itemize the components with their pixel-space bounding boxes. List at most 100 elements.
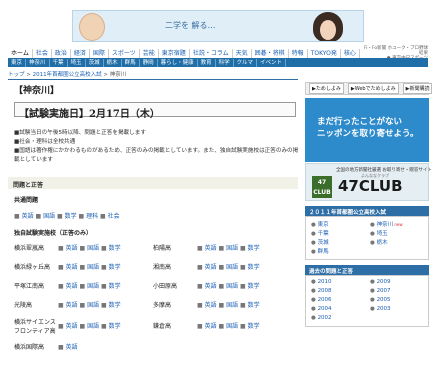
nav-item[interactable]: 囲碁・将棋	[252, 48, 289, 58]
panel-link[interactable]: ● 群馬	[311, 247, 329, 255]
breadcrumb-section[interactable]: 2011年首都圏公立高校入試	[33, 72, 102, 78]
panel-link[interactable]: ● 2003	[370, 306, 391, 312]
region-nav-item[interactable]: 千葉	[50, 58, 68, 67]
region-nav-item[interactable]: 茨城	[86, 58, 104, 67]
region-nav-item[interactable]: イベント	[257, 58, 287, 67]
panel-link-label: 埼玉	[376, 231, 388, 237]
region-nav-item[interactable]: 科学	[216, 58, 234, 67]
nav-item[interactable]: 社会	[33, 48, 52, 58]
subject-link[interactable]: 英語	[205, 264, 217, 271]
subject-link[interactable]: 数学	[109, 283, 121, 290]
subject-link[interactable]: 英語	[205, 283, 217, 290]
panel-link[interactable]: ● 2006	[311, 297, 332, 303]
region-nav-item[interactable]: 埼玉	[68, 58, 86, 67]
subject-link[interactable]: 英語	[66, 245, 78, 252]
nav-item[interactable]: 国際	[90, 48, 109, 58]
region-nav-item[interactable]: 静岡	[140, 58, 158, 67]
panel-link[interactable]: ● 2007	[370, 288, 391, 294]
school-subject-links: ■ 英語 ■ 国語 ■ 数学	[58, 281, 121, 290]
subject-link[interactable]: 英語	[205, 245, 217, 252]
nav-item[interactable]: 東京宿題	[159, 48, 190, 58]
nav-item[interactable]: 芸能	[140, 48, 159, 58]
nav-item[interactable]: スポーツ	[109, 48, 140, 58]
promo-ad-blue[interactable]: まだ行ったことがない ニッポンを取り寄せよう。	[305, 98, 429, 162]
bullet: ■	[197, 323, 205, 330]
47club-ad[interactable]: 全国の地方新聞社厳選 お取り寄せ・贈答サイト 47 CLUB よんななクラブ 4…	[305, 163, 432, 201]
subject-link[interactable]: 社会	[108, 213, 120, 220]
region-nav-item[interactable]: 群馬	[122, 58, 140, 67]
tab-web-trial[interactable]: ▶Webでためしよみ	[347, 83, 399, 94]
subject-link[interactable]: 英語	[66, 264, 78, 271]
panel-link[interactable]: ● 2010	[311, 279, 332, 285]
subject-link[interactable]: 数学	[248, 245, 260, 252]
school-subject-links: ■ 英語 ■ 国語 ■ 数学	[197, 321, 260, 330]
region-nav-item[interactable]: 教育	[198, 58, 216, 67]
subject-link[interactable]: 数学	[65, 213, 77, 220]
subject-link[interactable]: 国語	[87, 283, 99, 290]
school-name: 湘南高	[153, 264, 172, 271]
subject-link[interactable]: 数学	[248, 302, 260, 309]
subject-link[interactable]: 数学	[109, 264, 121, 271]
panel-link[interactable]: ● 2002	[311, 315, 332, 321]
tab-trial-read[interactable]: ▶ためしよみ	[309, 83, 344, 94]
school-subject-links: ■ 英語 ■ 国語 ■ 数学	[197, 300, 260, 309]
subject-link[interactable]: 英語	[66, 323, 78, 330]
region-nav-item[interactable]: 栃木	[104, 58, 122, 67]
breadcrumb: トップ > 2011年首都圏公立高校入試 > 神奈川	[8, 72, 127, 78]
school-subject-links: ■ 英語 ■ 国語 ■ 数学	[197, 281, 260, 290]
subject-link[interactable]: 国語	[43, 213, 55, 220]
nav-item[interactable]: 経済	[71, 48, 90, 58]
subject-link[interactable]: 国語	[226, 264, 238, 271]
nav-item[interactable]: 政治	[52, 48, 71, 58]
bullet: ■	[77, 245, 88, 252]
subject-link[interactable]: 理科	[86, 213, 98, 220]
region-nav-item[interactable]: クルマ	[234, 58, 258, 67]
panel-link[interactable]: ● 2008	[311, 288, 332, 294]
subject-link[interactable]: 国語	[87, 302, 99, 309]
subject-link[interactable]: 数学	[109, 302, 121, 309]
breadcrumb-home[interactable]: トップ	[8, 72, 25, 78]
subject-link[interactable]: 国語	[87, 264, 99, 271]
subject-link[interactable]: 数学	[248, 264, 260, 271]
panel-link[interactable]: ● 東京	[311, 220, 329, 228]
subject-link[interactable]: 英語	[66, 283, 78, 290]
subject-link[interactable]: 英語	[66, 302, 78, 309]
region-nav-item[interactable]: 暮らし・健康	[158, 58, 198, 67]
common-subject-links: ■ 英語 ■ 国語 ■ 数学 ■ 理科 ■ 社会	[14, 211, 120, 220]
subject-link[interactable]: 国語	[226, 302, 238, 309]
nav-item[interactable]: TOKYO発	[308, 48, 341, 58]
region-nav-item[interactable]: 神奈川	[26, 58, 50, 67]
subject-link[interactable]: 数学	[248, 283, 260, 290]
nav-item[interactable]: 特報	[289, 48, 308, 58]
subject-link[interactable]: 国語	[87, 245, 99, 252]
subject-link[interactable]: 英語	[205, 302, 217, 309]
panel-link[interactable]: ● 埼玉	[370, 229, 388, 237]
subject-link[interactable]: 数学	[109, 245, 121, 252]
subject-link[interactable]: 国語	[226, 245, 238, 252]
exam-panel: ● 東京 ● 千葉 ● 茨城 ● 群馬 ● 神奈川 new ● 埼玉 ● 栃木	[305, 216, 429, 260]
nav-item[interactable]: 核心	[341, 48, 360, 58]
past-panel-title: 過去の問題と正答	[305, 265, 429, 275]
subject-link[interactable]: 数学	[109, 323, 121, 330]
panel-link[interactable]: ● 2009	[370, 279, 391, 285]
panel-link[interactable]: ● 千葉	[311, 229, 329, 237]
panel-link[interactable]: ● 2005	[370, 297, 391, 303]
subject-link[interactable]: 国語	[87, 323, 99, 330]
panel-link[interactable]: ● 2004	[311, 306, 332, 312]
subject-link[interactable]: 国語	[226, 323, 238, 330]
subject-link[interactable]: 英語	[66, 344, 78, 351]
nav-item[interactable]: ホーム	[8, 48, 33, 58]
tab-subscribe[interactable]: ▶新聞購読	[402, 83, 433, 94]
ad-line: ニッポンを取り寄せよう。	[317, 129, 419, 139]
top-banner-ad[interactable]: 二学を 解る…	[72, 10, 364, 42]
subject-link[interactable]: 数学	[248, 323, 260, 330]
region-nav-item[interactable]: 東京	[8, 58, 27, 67]
subject-link[interactable]: 英語	[205, 323, 217, 330]
nav-item[interactable]: 天気	[233, 48, 252, 58]
subject-link[interactable]: 国語	[226, 283, 238, 290]
panel-link[interactable]: ● 栃木	[370, 238, 388, 246]
nav-item[interactable]: 社説・コラム	[190, 48, 233, 58]
panel-link[interactable]: ● 茨城	[311, 238, 329, 246]
panel-link[interactable]: ● 神奈川 new	[370, 220, 403, 228]
subject-link[interactable]: 英語	[22, 213, 34, 220]
